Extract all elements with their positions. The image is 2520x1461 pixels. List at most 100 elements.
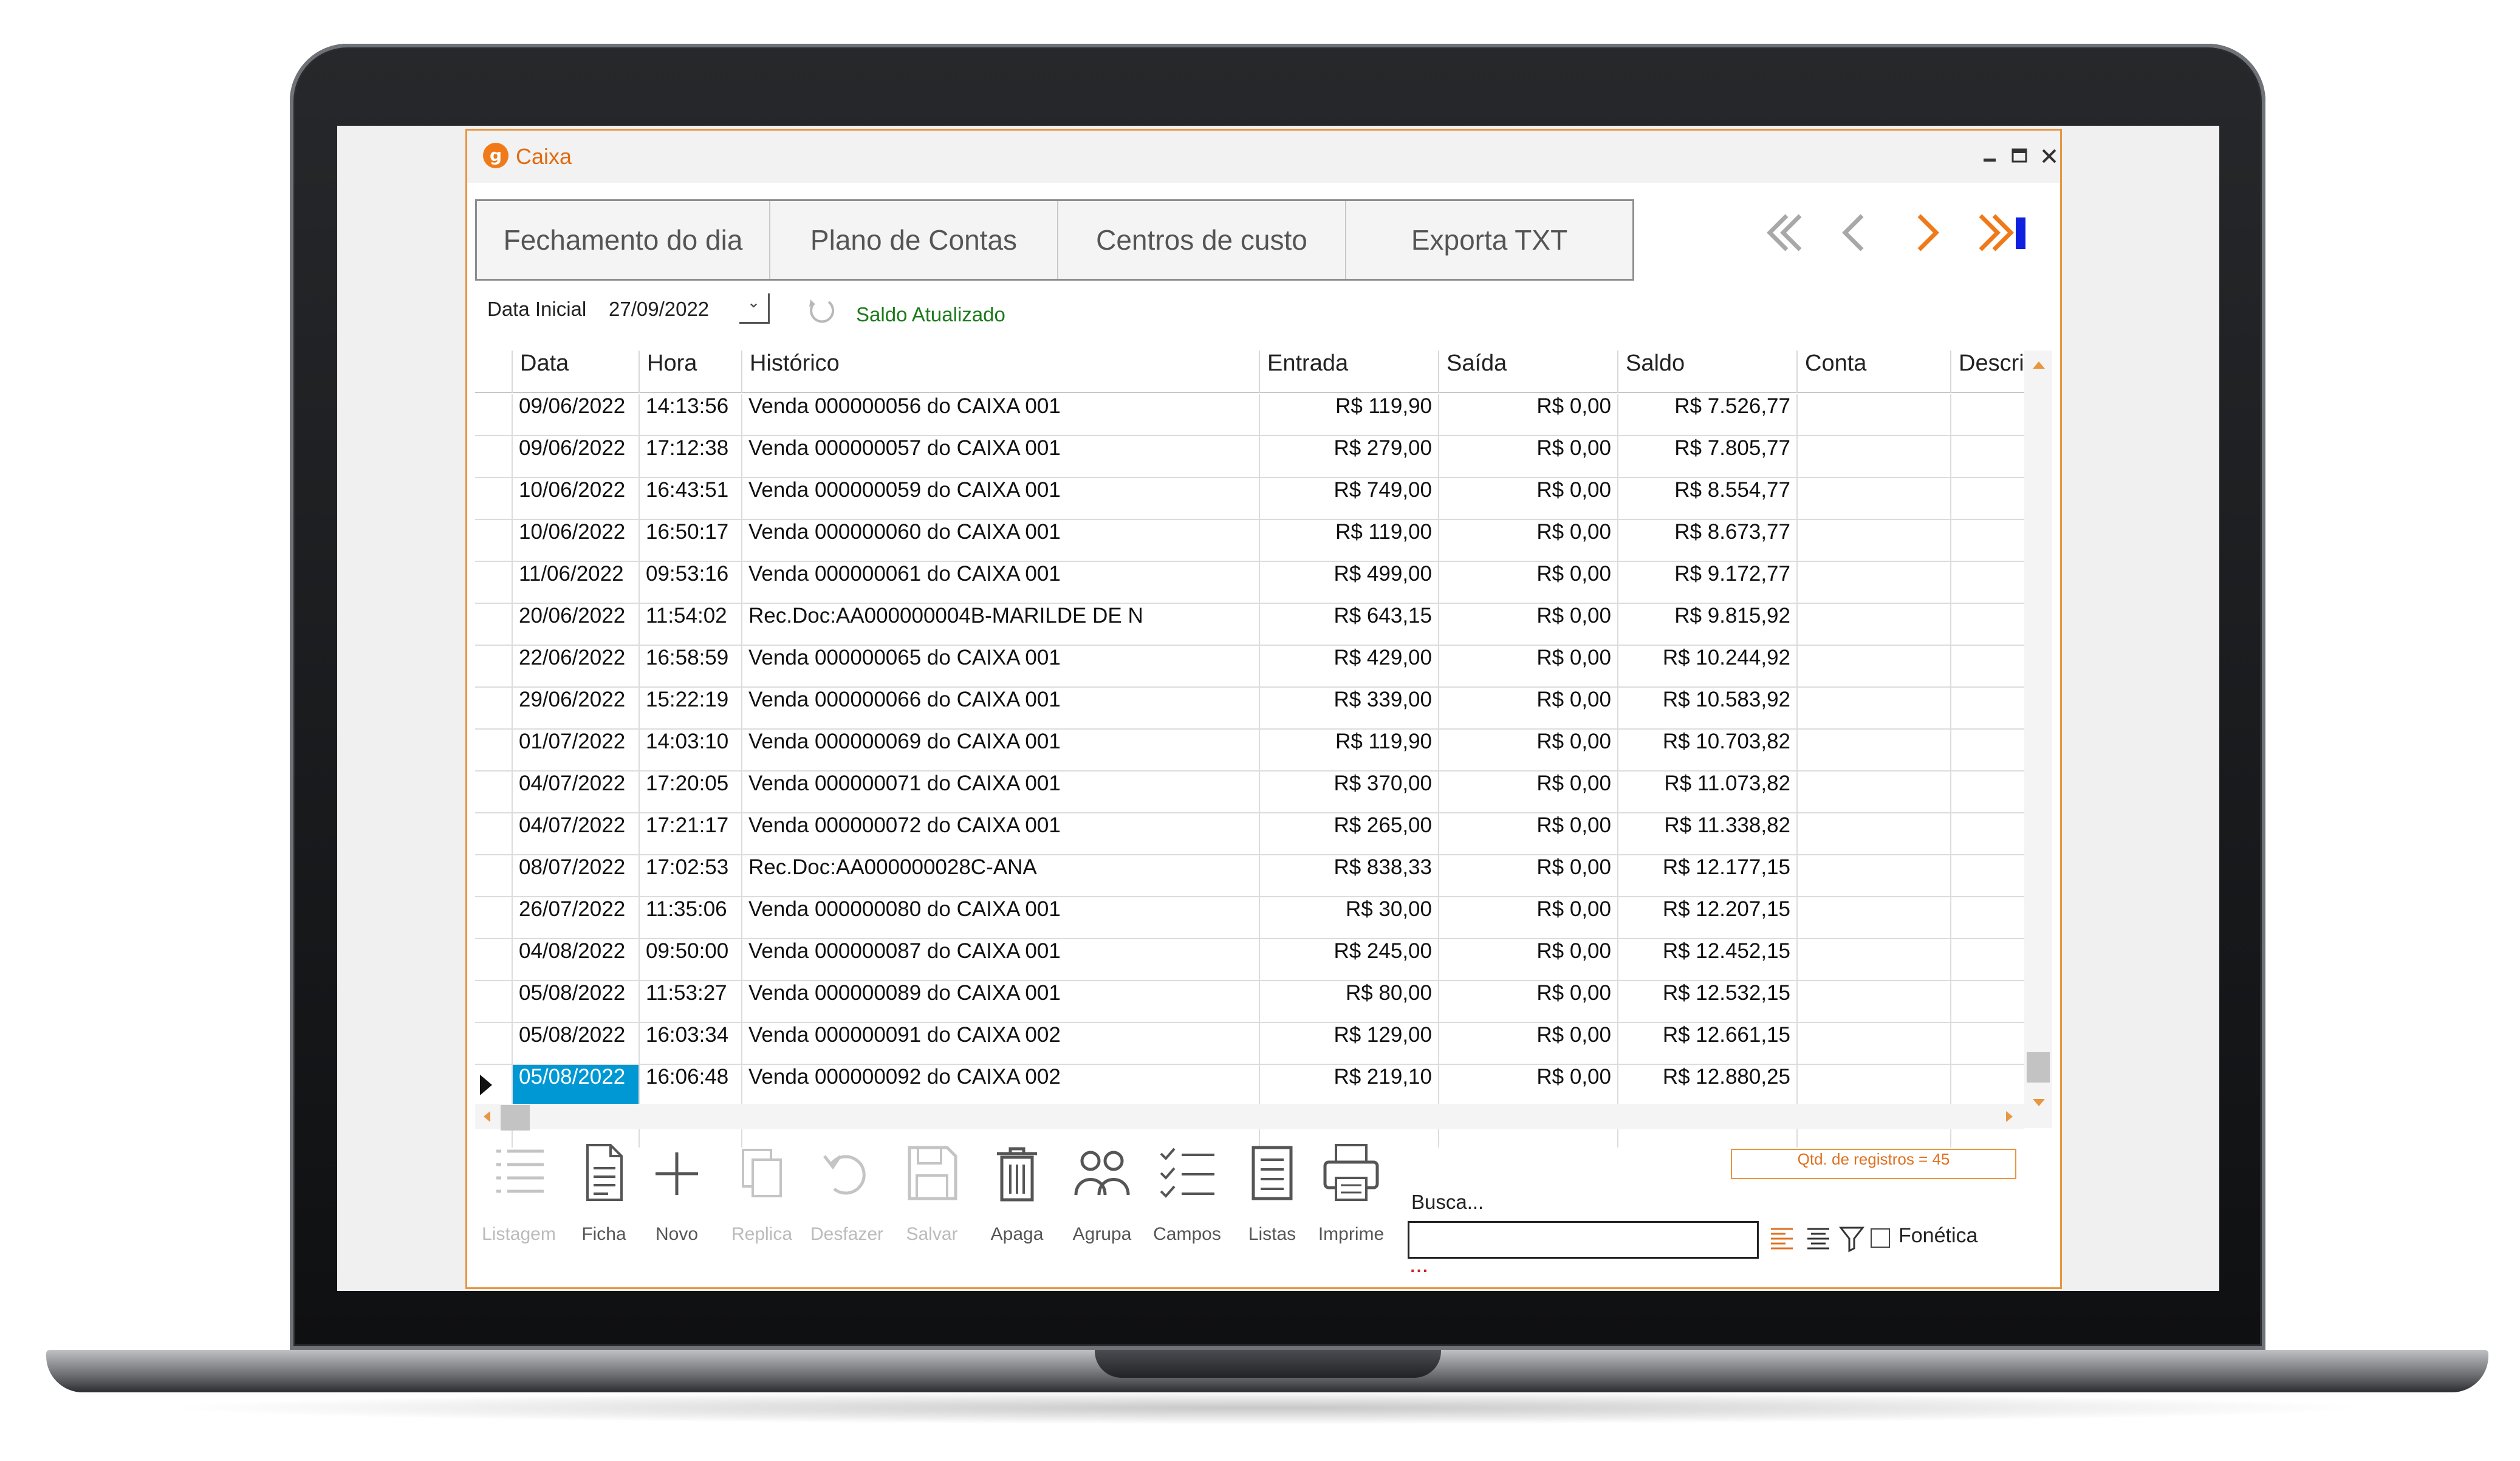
row-hora-cell[interactable]: 17:20:05 [639, 772, 741, 812]
table-row[interactable]: 05/08/2022 11:53:27 Venda 000000089 do CAI… [475, 981, 2024, 1023]
table-row[interactable]: 11/06/2022 09:53:16 Venda 000000061 do CAI… [475, 562, 2024, 604]
table-row[interactable]: 29/06/2022 15:22:19 Venda 000000066 do CAI… [475, 688, 2024, 730]
row-saldo-cell[interactable]: R$ 10.583,92 [1617, 688, 1796, 728]
tab-centros-de-custo[interactable]: Centros de custo [1058, 201, 1346, 279]
row-descricao-cell[interactable] [1950, 394, 2024, 435]
scroll-up-icon[interactable] [2033, 361, 2045, 369]
row-data-cell[interactable]: 09/06/2022 [512, 436, 639, 477]
row-entrada-cell[interactable]: R$ 339,00 [1259, 688, 1438, 728]
row-hora-cell[interactable]: 14:03:10 [639, 730, 741, 770]
row-descricao-cell[interactable] [1950, 981, 2024, 1022]
minimize-button[interactable] [1973, 139, 2007, 173]
row-entrada-cell[interactable]: R$ 499,00 [1259, 562, 1438, 603]
horizontal-scroll-thumb[interactable] [501, 1105, 530, 1131]
date-filter-value[interactable]: 27/09/2022 [609, 298, 709, 321]
row-conta-cell[interactable] [1796, 394, 1950, 435]
listas-button[interactable]: Listas [1230, 1139, 1315, 1261]
table-row[interactable]: 22/06/2022 16:58:59 Venda 000000065 do CAI… [475, 646, 2024, 688]
row-descricao-cell[interactable] [1950, 772, 2024, 812]
search-options-dots[interactable]: ... [1410, 1261, 1429, 1276]
row-conta-cell[interactable] [1796, 604, 1950, 645]
column-header-conta[interactable]: Conta [1796, 351, 1950, 393]
salvar-button[interactable]: Salvar [889, 1139, 974, 1261]
row-entrada-cell[interactable]: R$ 245,00 [1259, 939, 1438, 980]
row-descricao-cell[interactable] [1950, 897, 2024, 938]
row-hora-cell[interactable]: 17:02:53 [639, 855, 741, 896]
row-historico-cell[interactable]: Venda 000000065 do CAIXA 001 [741, 646, 1259, 686]
row-saida-cell[interactable]: R$ 0,00 [1438, 394, 1617, 435]
row-saida-cell[interactable]: R$ 0,00 [1438, 1065, 1617, 1106]
row-data-cell[interactable]: 22/06/2022 [512, 646, 639, 686]
row-saida-cell[interactable]: R$ 0,00 [1438, 1023, 1617, 1064]
imprime-button[interactable]: Imprime [1309, 1139, 1394, 1261]
row-data-cell[interactable]: 05/08/2022 [512, 1065, 639, 1106]
table-row[interactable]: 04/07/2022 17:21:17 Venda 000000072 do CAI… [475, 813, 2024, 855]
row-historico-cell[interactable]: Venda 000000072 do CAIXA 001 [741, 813, 1259, 854]
row-saida-cell[interactable]: R$ 0,00 [1438, 604, 1617, 645]
row-descricao-cell[interactable] [1950, 1065, 2024, 1106]
horizontal-scrollbar[interactable] [475, 1104, 2024, 1131]
table-row[interactable]: 09/06/2022 14:13:56 Venda 000000056 do CAI… [475, 394, 2024, 436]
scroll-left-icon[interactable] [484, 1111, 490, 1122]
filter-icon[interactable] [1837, 1224, 1866, 1253]
row-data-cell[interactable]: 20/06/2022 [512, 604, 639, 645]
row-historico-cell[interactable]: Rec.Doc:AA000000004B-MARILDE DE N [741, 604, 1259, 645]
row-hora-cell[interactable]: 16:43:51 [639, 478, 741, 519]
row-saldo-cell[interactable]: R$ 11.073,82 [1617, 772, 1796, 812]
row-saida-cell[interactable]: R$ 0,00 [1438, 855, 1617, 896]
row-hora-cell[interactable]: 09:53:16 [639, 562, 741, 603]
row-conta-cell[interactable] [1796, 646, 1950, 686]
row-entrada-cell[interactable]: R$ 119,90 [1259, 730, 1438, 770]
row-hora-cell[interactable]: 15:22:19 [639, 688, 741, 728]
row-conta-cell[interactable] [1796, 436, 1950, 477]
next-record-button[interactable] [1900, 202, 1954, 263]
row-descricao-cell[interactable] [1950, 604, 2024, 645]
column-header-saida[interactable]: Saída [1438, 351, 1617, 393]
row-data-cell[interactable]: 01/07/2022 [512, 730, 639, 770]
row-entrada-cell[interactable]: R$ 643,15 [1259, 604, 1438, 645]
row-data-cell[interactable]: 05/08/2022 [512, 981, 639, 1022]
row-data-cell[interactable]: 26/07/2022 [512, 897, 639, 938]
row-descricao-cell[interactable] [1950, 562, 2024, 603]
row-saldo-cell[interactable]: R$ 12.452,15 [1617, 939, 1796, 980]
listagem-button[interactable]: Listagem [476, 1139, 561, 1261]
row-saldo-cell[interactable]: R$ 12.177,15 [1617, 855, 1796, 896]
row-entrada-cell[interactable]: R$ 749,00 [1259, 478, 1438, 519]
row-entrada-cell[interactable]: R$ 370,00 [1259, 772, 1438, 812]
row-conta-cell[interactable] [1796, 730, 1950, 770]
row-hora-cell[interactable]: 11:54:02 [639, 604, 741, 645]
row-saldo-cell[interactable]: R$ 8.673,77 [1617, 520, 1796, 561]
row-hora-cell[interactable]: 16:50:17 [639, 520, 741, 561]
row-conta-cell[interactable] [1796, 981, 1950, 1022]
row-hora-cell[interactable]: 17:12:38 [639, 436, 741, 477]
row-entrada-cell[interactable]: R$ 129,00 [1259, 1023, 1438, 1064]
row-historico-cell[interactable]: Venda 000000066 do CAIXA 001 [741, 688, 1259, 728]
row-descricao-cell[interactable] [1950, 939, 2024, 980]
row-descricao-cell[interactable] [1950, 855, 2024, 896]
row-saida-cell[interactable]: R$ 0,00 [1438, 478, 1617, 519]
row-saldo-cell[interactable]: R$ 9.815,92 [1617, 604, 1796, 645]
row-saldo-cell[interactable]: R$ 11.338,82 [1617, 813, 1796, 854]
row-historico-cell[interactable]: Venda 000000089 do CAIXA 001 [741, 981, 1259, 1022]
close-button[interactable] [2032, 139, 2066, 173]
align-left-icon[interactable] [1767, 1224, 1796, 1253]
row-conta-cell[interactable] [1796, 939, 1950, 980]
align-center-icon[interactable] [1804, 1224, 1833, 1253]
row-historico-cell[interactable]: Venda 000000087 do CAIXA 001 [741, 939, 1259, 980]
row-conta-cell[interactable] [1796, 1023, 1950, 1064]
row-saida-cell[interactable]: R$ 0,00 [1438, 730, 1617, 770]
row-historico-cell[interactable]: Venda 000000080 do CAIXA 001 [741, 897, 1259, 938]
row-descricao-cell[interactable] [1950, 730, 2024, 770]
campos-button[interactable]: Campos [1145, 1139, 1230, 1261]
agrupa-button[interactable]: Agrupa [1060, 1139, 1145, 1261]
row-descricao-cell[interactable] [1950, 813, 2024, 854]
row-conta-cell[interactable] [1796, 562, 1950, 603]
scroll-down-icon[interactable] [2033, 1099, 2045, 1106]
row-saldo-cell[interactable]: R$ 12.661,15 [1617, 1023, 1796, 1064]
table-row[interactable]: 20/06/2022 11:54:02 Rec.Doc:AA000000004B-M… [475, 604, 2024, 646]
vertical-scrollbar[interactable] [2024, 351, 2052, 1128]
row-historico-cell[interactable]: Venda 000000059 do CAIXA 001 [741, 478, 1259, 519]
row-conta-cell[interactable] [1796, 813, 1950, 854]
row-saida-cell[interactable]: R$ 0,00 [1438, 436, 1617, 477]
row-conta-cell[interactable] [1796, 478, 1950, 519]
